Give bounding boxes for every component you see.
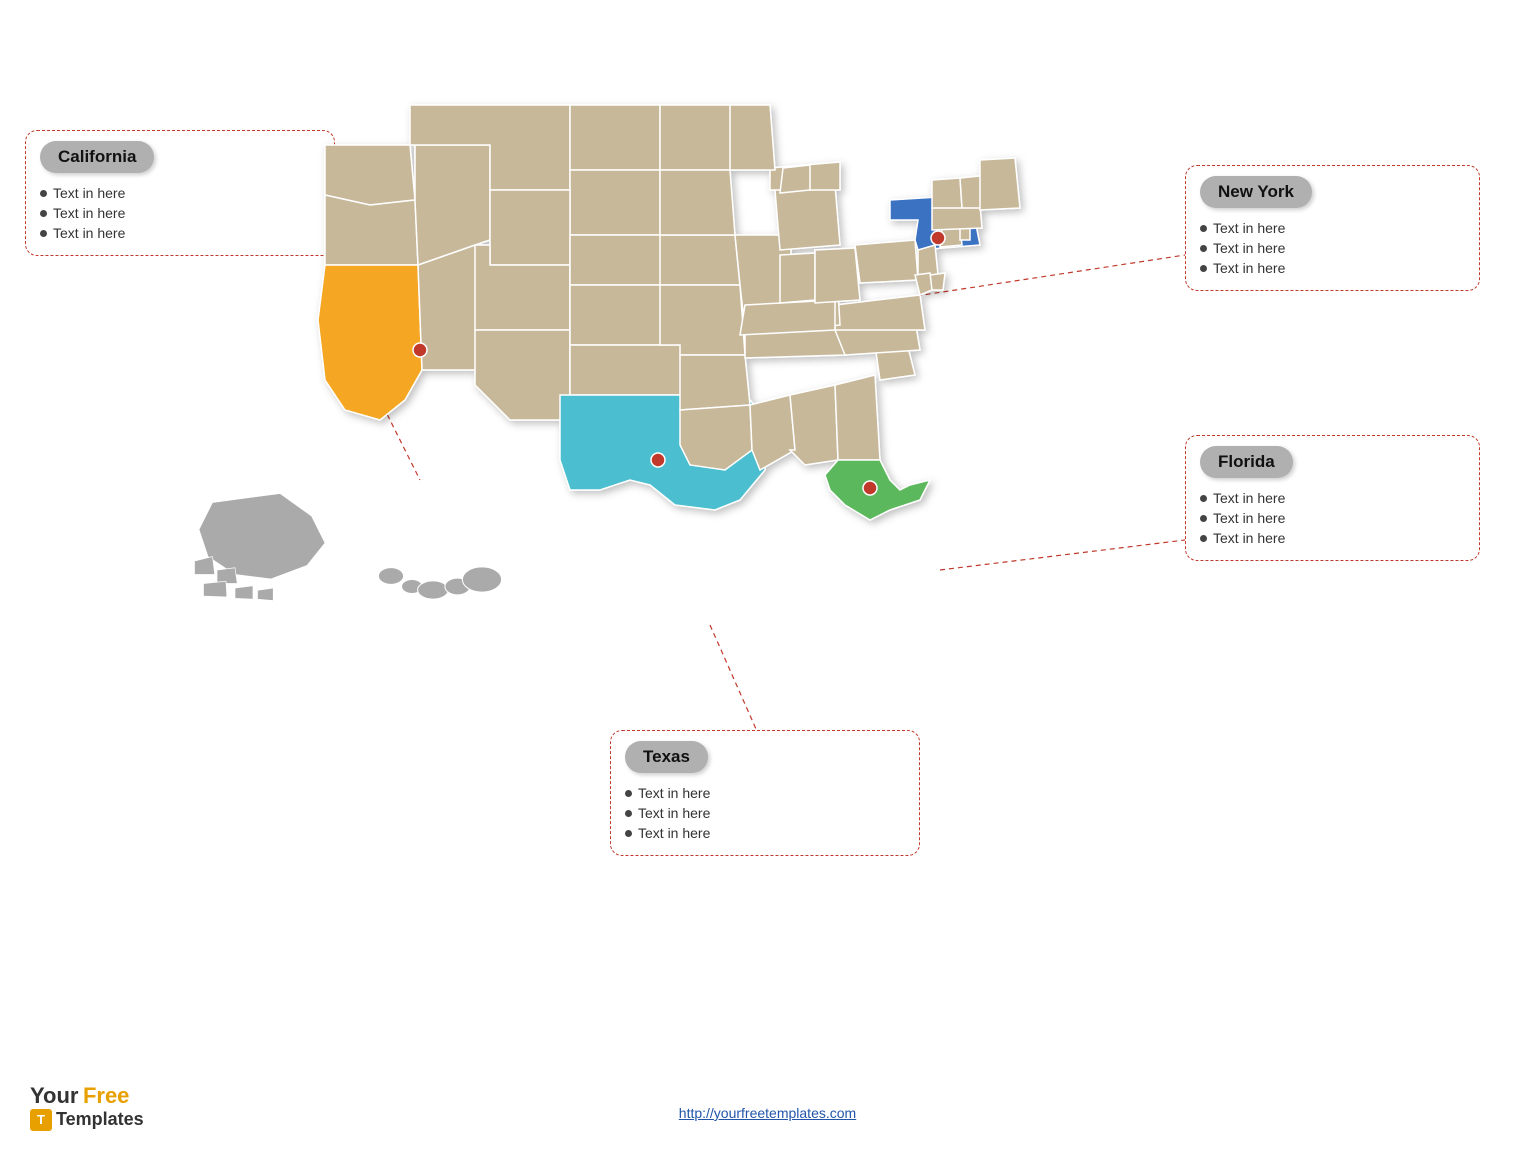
bullet-icon: [625, 830, 632, 837]
florida-item-2: Text in here: [1200, 510, 1465, 526]
logo-your: Your: [30, 1083, 78, 1108]
newyork-pin: [931, 231, 945, 245]
bullet-icon: [1200, 535, 1207, 542]
newyork-title: New York: [1200, 176, 1312, 208]
bullet-icon: [1200, 495, 1207, 502]
bullet-icon: [1200, 245, 1207, 252]
us-map: [170, 90, 1070, 770]
conus-group: [318, 105, 1020, 520]
newyork-callout: New York Text in here Text in here Text …: [1185, 165, 1480, 291]
texas-item-1: Text in here: [625, 785, 905, 801]
texas-pin: [651, 453, 665, 467]
florida-title: Florida: [1200, 446, 1293, 478]
bullet-icon: [40, 190, 47, 197]
hawaii-group: [378, 567, 501, 599]
newyork-item-3: Text in here: [1200, 260, 1465, 276]
footer-link[interactable]: http://yourfreetemplates.com: [679, 1105, 856, 1121]
bullet-icon: [1200, 265, 1207, 272]
bullet-icon: [1200, 225, 1207, 232]
newyork-item-2: Text in here: [1200, 240, 1465, 256]
footer: http://yourfreetemplates.com: [0, 1105, 1535, 1121]
florida-callout: Florida Text in here Text in here Text i…: [1185, 435, 1480, 561]
map-svg: [170, 90, 1070, 670]
california-title: California: [40, 141, 154, 173]
bullet-icon: [625, 810, 632, 817]
california-pin: [413, 343, 427, 357]
bullet-icon: [625, 790, 632, 797]
florida-item-1: Text in here: [1200, 490, 1465, 506]
florida-list: Text in here Text in here Text in here: [1200, 490, 1465, 546]
bullet-icon: [1200, 515, 1207, 522]
newyork-list: Text in here Text in here Text in here: [1200, 220, 1465, 276]
texas-item-2: Text in here: [625, 805, 905, 821]
florida-item-3: Text in here: [1200, 530, 1465, 546]
newyork-item-1: Text in here: [1200, 220, 1465, 236]
texas-list: Text in here Text in here Text in here: [625, 785, 905, 841]
alaska-group: [195, 494, 326, 601]
florida-pin: [863, 481, 877, 495]
bullet-icon: [40, 210, 47, 217]
texas-item-3: Text in here: [625, 825, 905, 841]
logo-free: Free: [83, 1083, 129, 1108]
bullet-icon: [40, 230, 47, 237]
